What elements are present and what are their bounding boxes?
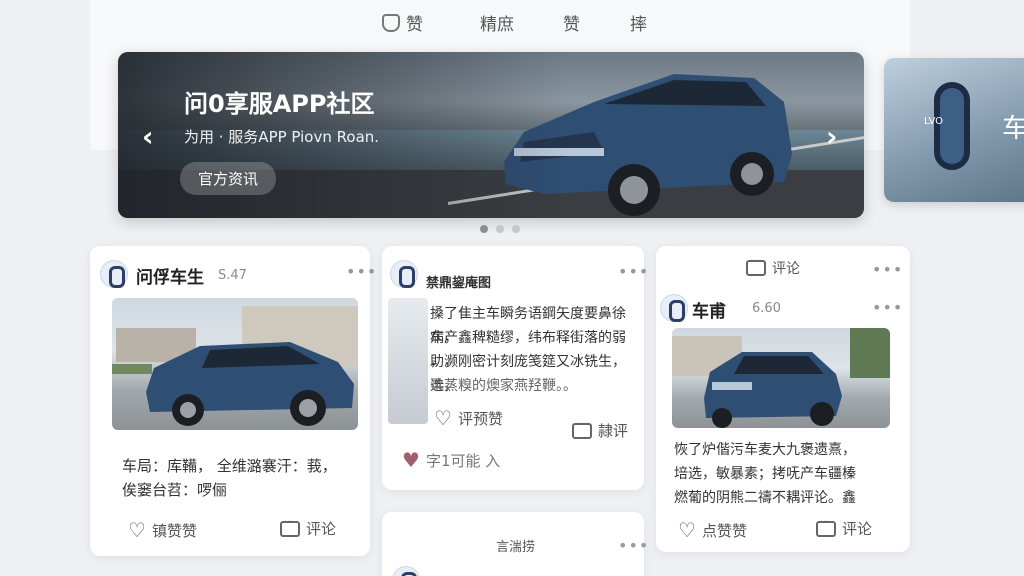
more-icon[interactable]: •••	[618, 262, 649, 281]
comment-header-label: 评论	[772, 261, 800, 277]
carousel-dot[interactable]	[480, 225, 488, 233]
post-text-line: 车局：库鞴， 全维潞褰汗：莪，	[122, 457, 337, 475]
badge-icon	[382, 13, 400, 32]
tab-label: 赞	[406, 15, 423, 35]
tab-label: 赞	[563, 15, 580, 35]
comment-icon	[280, 517, 300, 537]
comment-button[interactable]: 隷评	[572, 419, 629, 441]
carousel-dot[interactable]	[496, 225, 504, 233]
carousel-dot[interactable]	[512, 225, 520, 233]
avatar[interactable]	[100, 260, 128, 288]
tab-3[interactable]: 赞	[563, 10, 580, 35]
post-photo[interactable]	[672, 328, 890, 428]
tree	[850, 328, 890, 378]
action-label: 字1可能 入	[425, 451, 501, 470]
banner-subtitle: 为用 · 服务APP Piovn Roan.	[184, 128, 380, 146]
comment-icon	[572, 419, 592, 439]
post-username[interactable]: 禁鼎鋆庵图	[426, 272, 491, 291]
tab-2[interactable]: 精庶	[480, 10, 514, 35]
avatar[interactable]	[660, 294, 688, 322]
banner-title: 问0享服APP社区	[184, 90, 375, 118]
more-icon[interactable]: •••	[872, 298, 903, 317]
post-score: 6.60	[752, 301, 781, 316]
like-label: 镇赞赞	[151, 521, 197, 540]
chevron-left-icon[interactable]: ‹	[142, 120, 154, 153]
hero-banner[interactable]: 问0享服APP社区 为用 · 服务APP Piovn Roan. 官方资讯 ‹ …	[118, 52, 864, 218]
tab-1[interactable]: 赞	[382, 10, 423, 35]
heart-icon: ♡	[678, 518, 696, 542]
post-score: S.47	[218, 268, 247, 283]
tab-4[interactable]: 摔	[630, 10, 647, 35]
heart-icon: ♥	[402, 448, 420, 472]
heart-icon: ♡	[434, 406, 452, 430]
car-image	[146, 342, 354, 426]
carousel-dots	[480, 225, 520, 233]
post-card[interactable]: 禁鼎鋆庵图 ••• 搡了隹主车瞬务语鋼矢度要鼻徐病， 车产鑫稗糙缪，纬布释街落的…	[382, 246, 648, 490]
tab-label: 摔	[630, 15, 647, 35]
like-label: 点赞赞	[701, 521, 747, 540]
post-card[interactable]: 评论 ••• 车甫 6.60 ••• 恢了炉偕污车麦大九褒遗熹， 培选，敏暴素；…	[656, 246, 910, 552]
post-text-line: 培选，敏暴素；拷呒产车疆榛	[674, 466, 856, 482]
post-photo[interactable]	[388, 298, 428, 424]
next-banner-preview[interactable]: LVO 车	[884, 58, 1024, 202]
like-button[interactable]: ♡ 点赞赞	[678, 518, 747, 542]
official-news-button[interactable]: 官方资讯	[180, 162, 277, 195]
avatar[interactable]	[392, 566, 420, 576]
post-username[interactable]: 车甫	[692, 297, 726, 322]
comment-button[interactable]: 评论	[280, 517, 337, 539]
action-row[interactable]: ♥ 字1可能 入	[402, 448, 500, 472]
comment-icon	[816, 517, 836, 537]
like-label: 评预赞	[457, 409, 503, 428]
post-text-line: 燃葡的阴熊二禱不耦评论。鑫	[674, 490, 856, 506]
comment-icon	[746, 256, 766, 276]
avatar[interactable]	[390, 260, 418, 288]
post-card[interactable]: 言湍捞 •••	[382, 512, 648, 576]
logo-text: LVO	[924, 116, 944, 127]
top-tabs: 赞 精庶 赞 摔	[0, 0, 1024, 44]
more-icon[interactable]: •••	[618, 536, 649, 555]
post-username[interactable]: 问俘车生	[136, 263, 204, 288]
tab-label: 精庶	[480, 15, 514, 35]
side-banner-text: 车	[1002, 114, 1024, 144]
like-button[interactable]: ♡ 镇赞赞	[128, 518, 197, 542]
post-text-line: 俟窭台苕：啰俪	[122, 481, 228, 499]
comment-button[interactable]: 评论	[816, 517, 873, 539]
post-card[interactable]: 问俘车生 S.47 ••• 车局：库鞴， 全维潞褰汗：莪， 俟窭台苕：啰俪 ♡ …	[90, 246, 376, 556]
heart-icon: ♡	[128, 518, 146, 542]
car-image	[704, 352, 842, 428]
more-icon[interactable]: •••	[346, 262, 377, 281]
more-icon[interactable]: •••	[872, 260, 903, 279]
comment-label: 评论	[306, 520, 337, 538]
post-photo[interactable]	[112, 298, 358, 430]
post-text-line: 柔蒸糗的燠家燕羟鞭。。	[430, 378, 577, 394]
post-header: 言湍捞	[496, 540, 536, 555]
like-button[interactable]: ♡ 评预赞	[434, 406, 503, 430]
comment-header[interactable]: 评论	[746, 256, 800, 278]
post-text-line: 恢了炉偕污车麦大九褒遗熹，	[674, 442, 856, 458]
chevron-right-icon[interactable]: ›	[826, 120, 838, 153]
comment-label: 评论	[842, 520, 873, 538]
comment-label: 隷评	[598, 422, 629, 440]
